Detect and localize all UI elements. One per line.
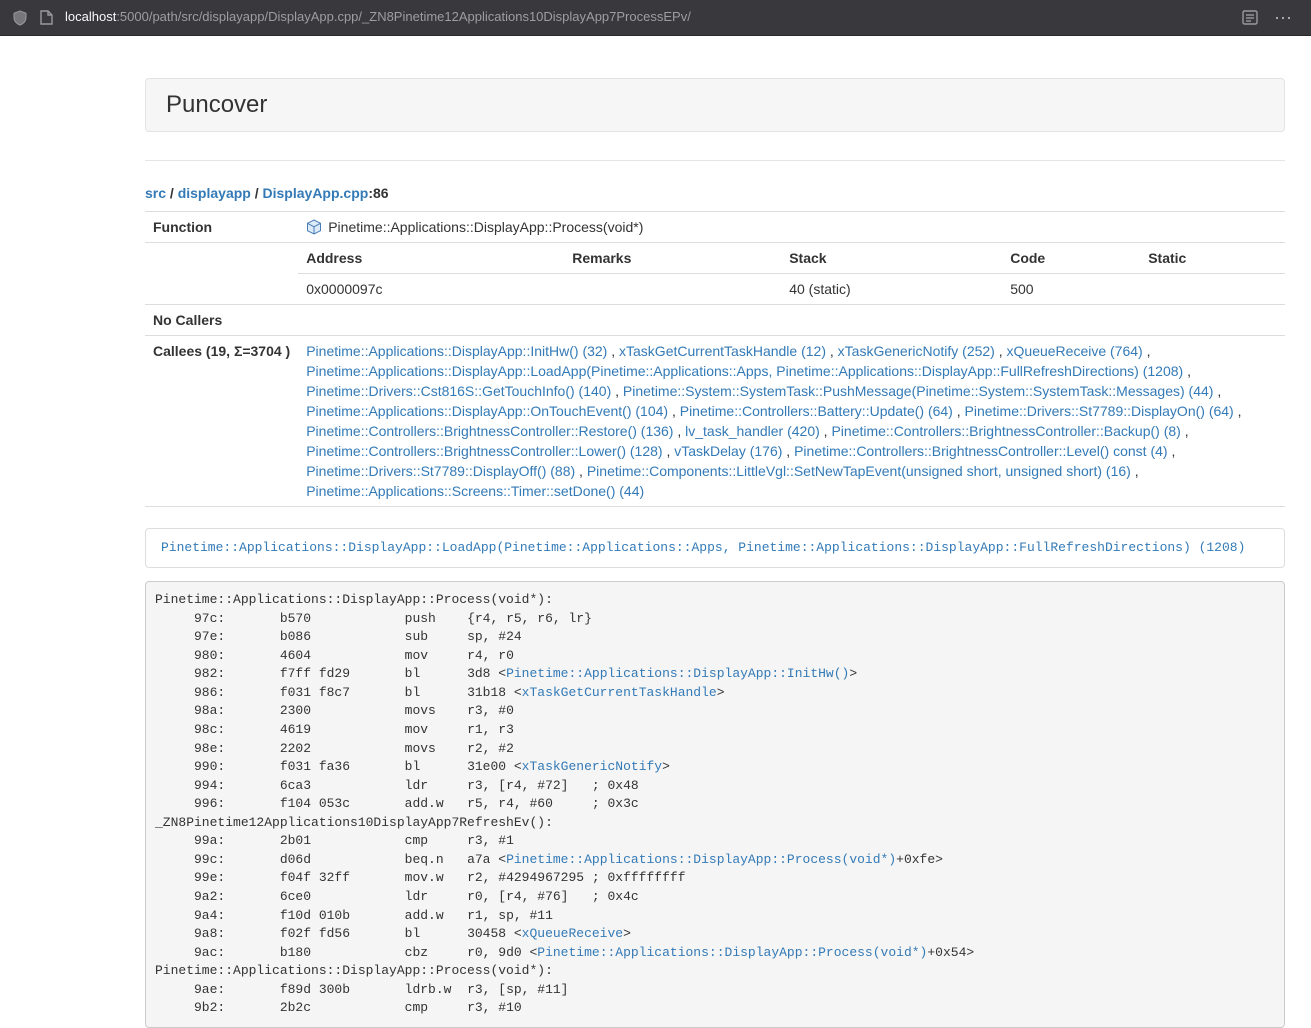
breadcrumb-link[interactable]: src: [145, 185, 166, 201]
row-label-function: Function: [145, 212, 298, 243]
callee-link[interactable]: Pinetime::Applications::Screens::Timer::…: [306, 483, 644, 499]
url-host: localhost: [65, 9, 116, 24]
table-row-no-callers: No Callers: [145, 305, 1285, 336]
callees-list: Pinetime::Applications::DisplayApp::Init…: [298, 336, 1285, 507]
callee-link[interactable]: Pinetime::Controllers::BrightnessControl…: [306, 443, 662, 459]
callee-link[interactable]: xTaskGenericNotify (252): [838, 343, 995, 359]
breadcrumb-line-number: :86: [368, 185, 388, 201]
callee-link[interactable]: Pinetime::Drivers::Cst816S::GetTouchInfo…: [306, 383, 611, 399]
callee-link[interactable]: xTaskGetCurrentTaskHandle (12): [619, 343, 826, 359]
col-header-address: Address: [298, 243, 564, 274]
breadcrumb-link[interactable]: DisplayApp.cpp: [263, 185, 369, 201]
symbol-panel: Pinetime::Applications::DisplayApp::Load…: [145, 528, 1285, 568]
function-cell: Pinetime::Applications::DisplayApp::Proc…: [298, 212, 1285, 243]
url-text: localhost:5000/path/src/displayapp/Displ…: [65, 8, 691, 27]
col-header-stack: Stack: [781, 243, 1002, 274]
page-actions-menu-icon[interactable]: ⋯: [1268, 5, 1299, 31]
table-row-details: Address Remarks Stack Code Static 0x0000…: [145, 243, 1285, 305]
shield-icon[interactable]: [12, 10, 28, 26]
callee-link[interactable]: Pinetime::Controllers::Battery::Update()…: [680, 403, 953, 419]
callee-link[interactable]: Pinetime::Applications::DisplayApp::Load…: [306, 363, 1183, 379]
function-name: Pinetime::Applications::DisplayApp::Proc…: [328, 219, 643, 235]
symbol-panel-link[interactable]: Pinetime::Applications::DisplayApp::Load…: [161, 540, 1245, 555]
page-container: Puncover src / displayapp / DisplayApp.c…: [145, 36, 1285, 1028]
browser-toolbar: localhost:5000/path/src/displayapp/Displ…: [0, 0, 1311, 36]
details-header-row: Address Remarks Stack Code Static: [298, 243, 1285, 274]
asm-symbol-link[interactable]: Pinetime::Applications::DisplayApp::Proc…: [537, 945, 927, 960]
no-callers-cell: [298, 305, 1285, 336]
callee-link[interactable]: Pinetime::Applications::DisplayApp::Init…: [306, 343, 607, 359]
cell-address: 0x0000097c: [298, 274, 564, 305]
reader-mode-icon[interactable]: [1242, 10, 1258, 25]
cell-stack: 40 (static): [781, 274, 1002, 305]
callee-link[interactable]: Pinetime::Drivers::St7789::DisplayOff() …: [306, 463, 575, 479]
callee-link[interactable]: vTaskDelay (176): [674, 443, 782, 459]
app-header-panel: Puncover: [145, 78, 1285, 132]
symbol-table: Function Pinetime::Applications::Display…: [145, 211, 1285, 507]
asm-symbol-link[interactable]: Pinetime::Applications::DisplayApp::Init…: [506, 666, 849, 681]
table-row-callees: Callees (19, Σ=3704 ) Pinetime::Applicat…: [145, 336, 1285, 507]
col-header-code: Code: [1002, 243, 1140, 274]
breadcrumb-link[interactable]: displayapp: [178, 185, 251, 201]
callee-link[interactable]: Pinetime::Controllers::BrightnessControl…: [306, 423, 673, 439]
asm-symbol-link[interactable]: xTaskGenericNotify: [522, 759, 662, 774]
function-icon: [306, 219, 322, 235]
cell-remarks: [564, 274, 781, 305]
callee-link[interactable]: Pinetime::Applications::DisplayApp::OnTo…: [306, 403, 668, 419]
disassembly: Pinetime::Applications::DisplayApp::Proc…: [145, 581, 1285, 1028]
table-row-function: Function Pinetime::Applications::Display…: [145, 212, 1285, 243]
url-path: :5000/path/src/displayapp/DisplayApp.cpp…: [116, 9, 691, 24]
url-bar[interactable]: localhost:5000/path/src/displayapp/Displ…: [40, 8, 1228, 27]
row-label-no-callers: No Callers: [145, 305, 298, 336]
details-data-row: 0x0000097c 40 (static) 500: [298, 274, 1285, 305]
asm-symbol-link[interactable]: Pinetime::Applications::DisplayApp::Proc…: [506, 852, 896, 867]
col-header-static: Static: [1140, 243, 1285, 274]
asm-symbol-link[interactable]: xTaskGetCurrentTaskHandle: [522, 685, 717, 700]
cell-static: [1140, 274, 1285, 305]
callee-link[interactable]: Pinetime::Components::LittleVgl::SetNewT…: [587, 463, 1131, 479]
cell-code: 500: [1002, 274, 1140, 305]
callee-link[interactable]: Pinetime::Controllers::BrightnessControl…: [831, 423, 1180, 439]
row-label-empty: [145, 243, 298, 305]
asm-symbol-link[interactable]: xQueueReceive: [522, 926, 623, 941]
callee-link[interactable]: Pinetime::System::SystemTask::PushMessag…: [623, 383, 1214, 399]
col-header-remarks: Remarks: [564, 243, 781, 274]
page-info-icon[interactable]: [40, 10, 53, 25]
details-table: Address Remarks Stack Code Static 0x0000…: [298, 243, 1285, 304]
details-cell: Address Remarks Stack Code Static 0x0000…: [298, 243, 1285, 305]
row-label-callees: Callees (19, Σ=3704 ): [145, 336, 298, 507]
divider: [145, 160, 1285, 161]
callee-link[interactable]: Pinetime::Drivers::St7789::DisplayOn() (…: [965, 403, 1234, 419]
breadcrumb: src / displayapp / DisplayApp.cpp:86: [145, 183, 1285, 203]
callee-link[interactable]: lv_task_handler (420): [685, 423, 820, 439]
callee-link[interactable]: xQueueReceive (764): [1007, 343, 1143, 359]
page-title: Puncover: [166, 92, 1264, 118]
callee-link[interactable]: Pinetime::Controllers::BrightnessControl…: [794, 443, 1167, 459]
